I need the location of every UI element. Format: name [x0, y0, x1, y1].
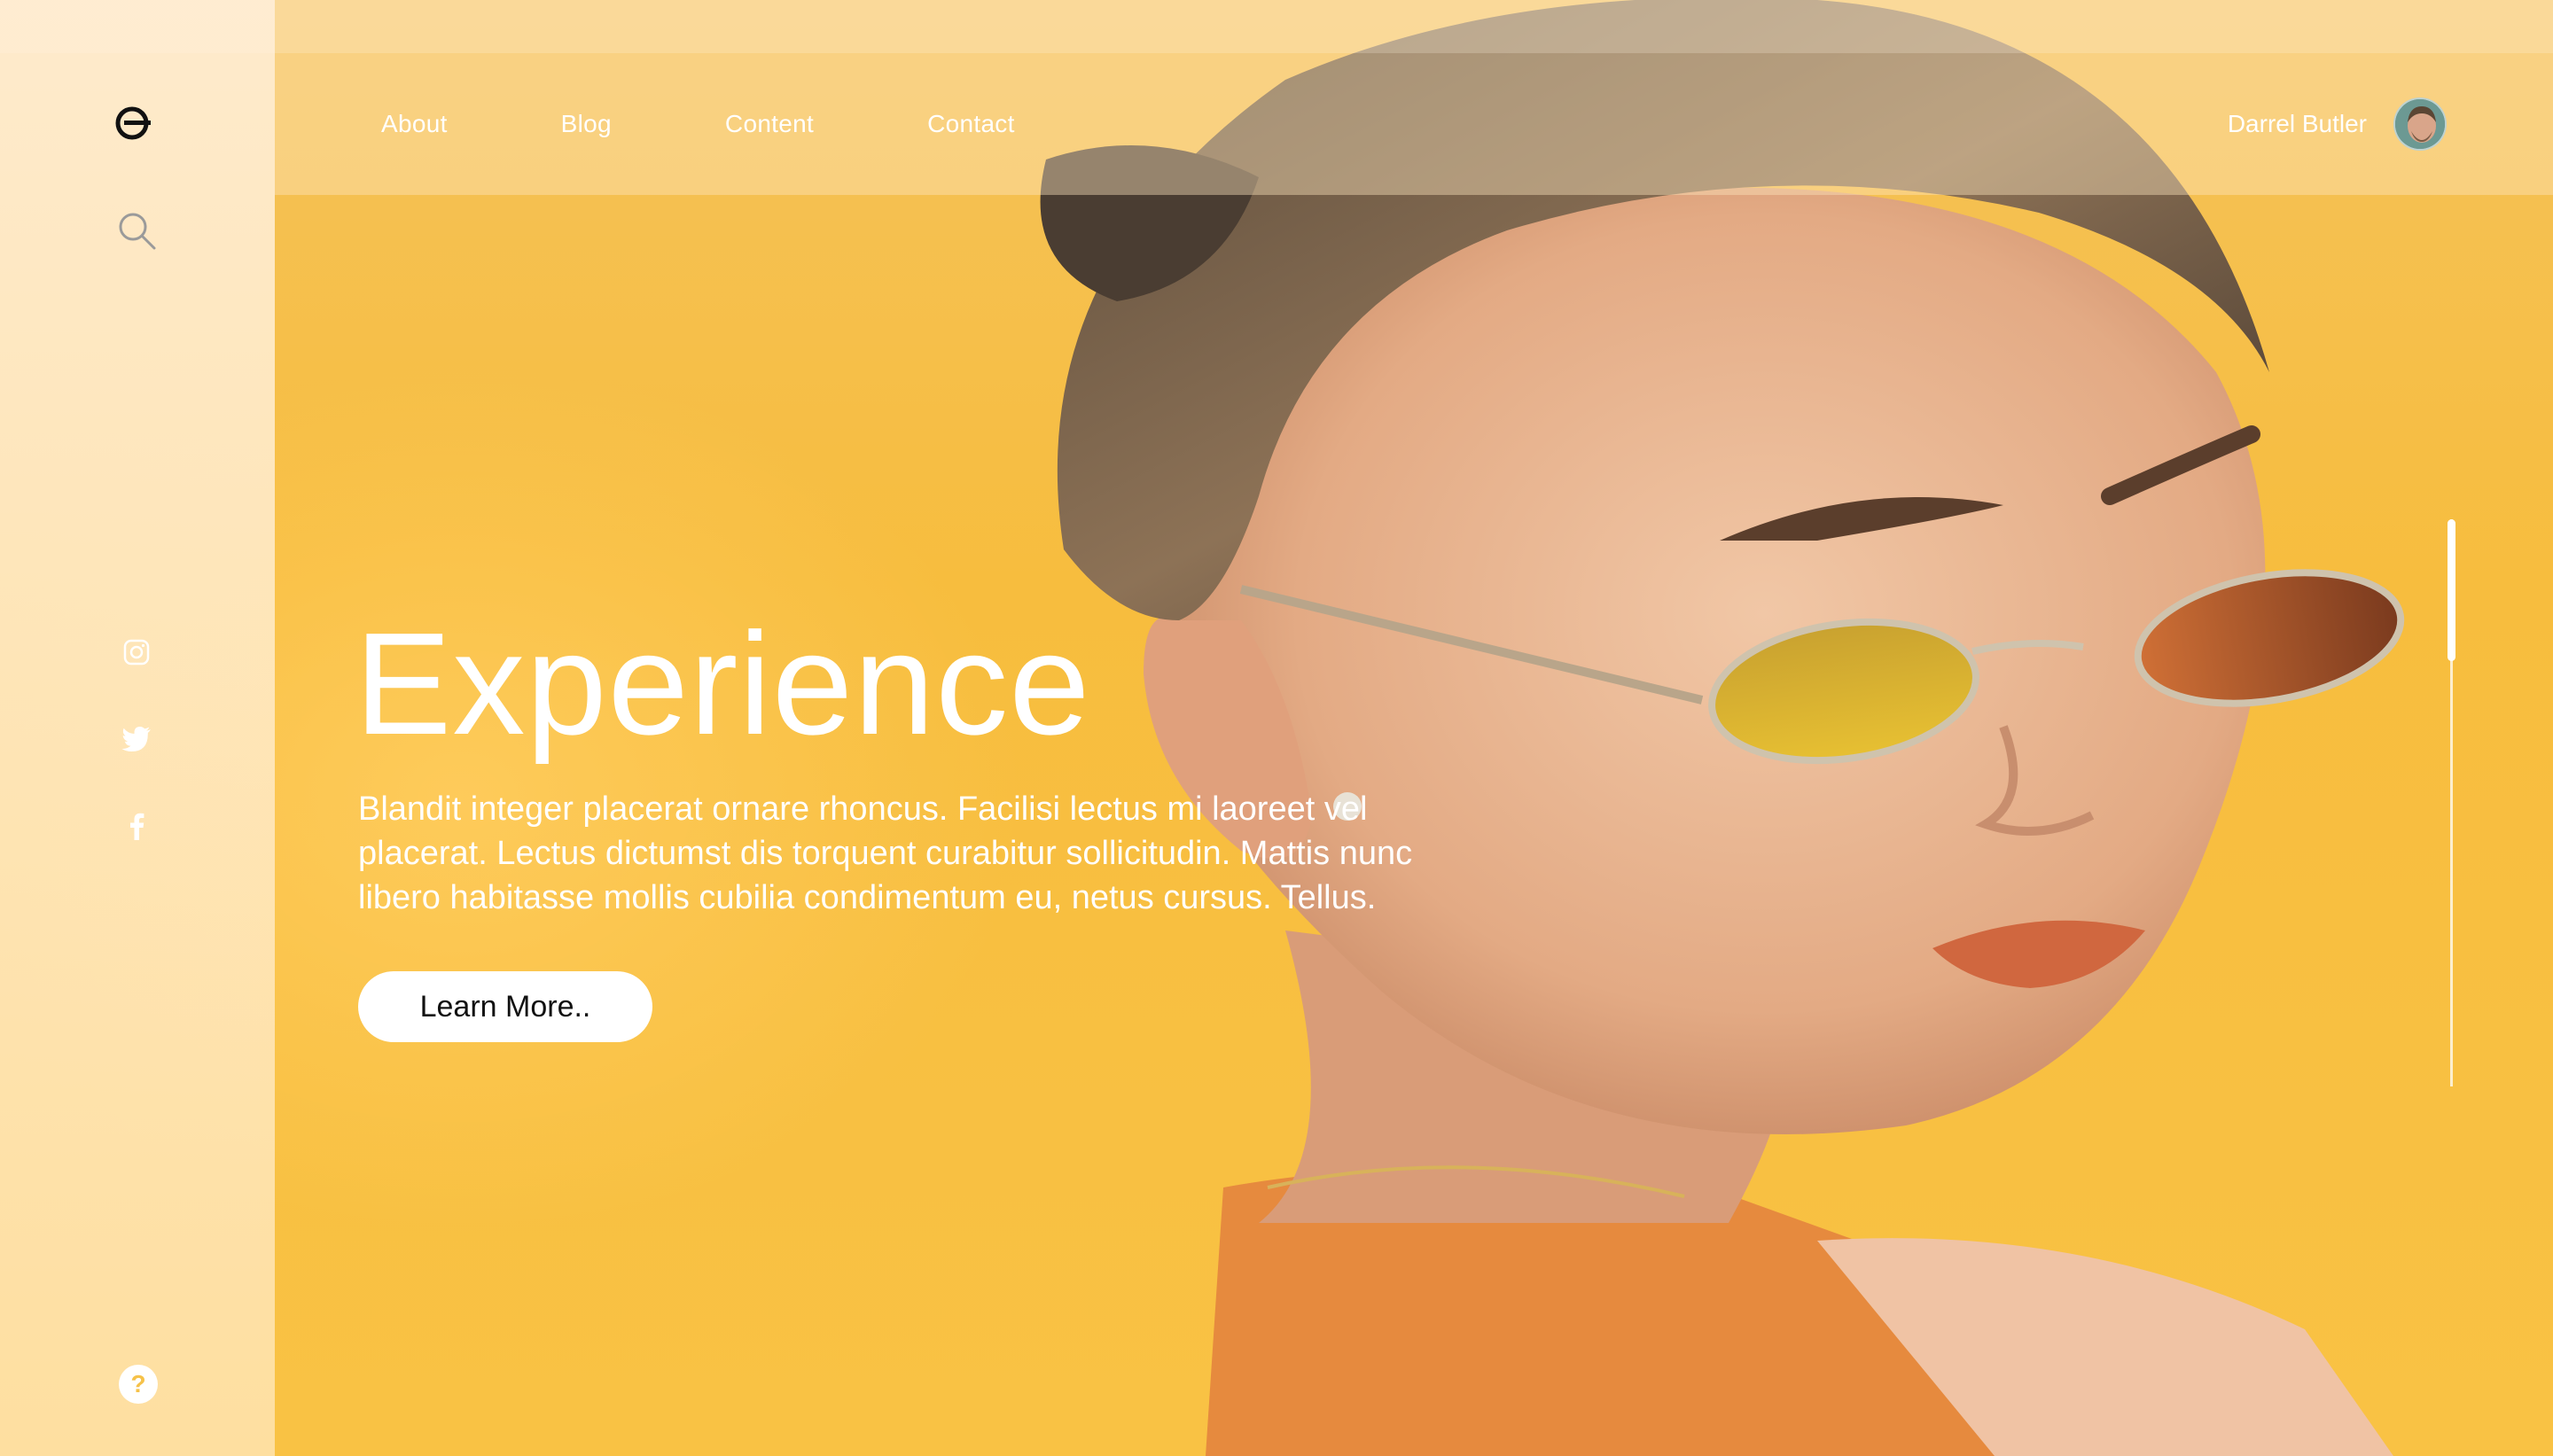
user-menu[interactable]: Darrel Butler	[2228, 53, 2447, 195]
nav-link-contact[interactable]: Contact	[927, 110, 1015, 138]
logo-icon[interactable]	[113, 105, 151, 142]
sidebar: ?	[0, 0, 275, 1456]
main-nav: About Blog Content Contact	[381, 53, 1128, 195]
facebook-icon[interactable]	[119, 808, 154, 844]
top-strip	[0, 0, 2553, 53]
scroll-thumb[interactable]	[2448, 519, 2455, 661]
nav-link-content[interactable]: Content	[725, 110, 814, 138]
hero-content: Experience Blandit integer placerat orna…	[355, 611, 1436, 1042]
hero-body-text: Blandit integer placerat ornare rhoncus.…	[358, 790, 1413, 916]
top-navbar: About Blog Content Contact Darrel Butler	[275, 53, 2553, 195]
avatar-image	[2395, 99, 2445, 149]
search-icon[interactable]	[117, 211, 158, 252]
nav-link-about[interactable]: About	[381, 110, 448, 138]
twitter-icon[interactable]	[119, 721, 154, 757]
avatar[interactable]	[2393, 97, 2447, 151]
hero-title: Experience	[355, 603, 1091, 765]
nav-link-blog[interactable]: Blog	[561, 110, 612, 138]
user-name[interactable]: Darrel Butler	[2228, 110, 2367, 138]
learn-more-button[interactable]: Learn More..	[358, 971, 652, 1042]
help-icon[interactable]: ?	[119, 1365, 158, 1404]
instagram-icon[interactable]	[119, 635, 154, 670]
